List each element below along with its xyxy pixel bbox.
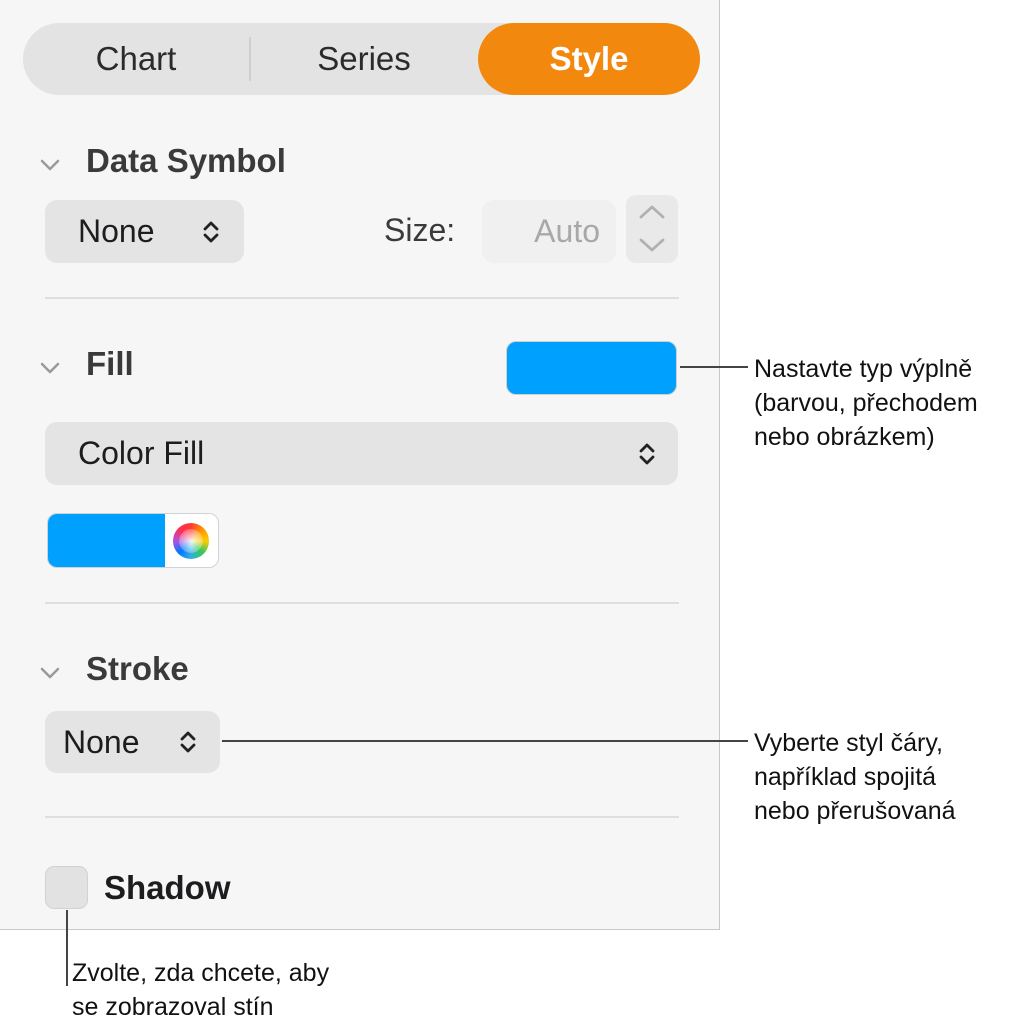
inspector-tab-bar: Chart Series Style bbox=[23, 23, 700, 95]
stroke-style-popup[interactable]: None bbox=[45, 711, 220, 773]
shadow-checkbox[interactable] bbox=[45, 866, 88, 909]
size-stepper[interactable] bbox=[626, 195, 678, 263]
chevron-down-icon[interactable] bbox=[40, 158, 60, 172]
tab-style[interactable]: Style bbox=[478, 23, 700, 95]
callout-line-stroke bbox=[222, 740, 748, 742]
stepper-down-icon[interactable] bbox=[638, 237, 666, 253]
callout-fill: Nastavte typ výplně (barvou, přechodem n… bbox=[754, 352, 978, 454]
size-placeholder: Auto bbox=[534, 213, 600, 249]
callout-stroke: Vyberte styl čáry, například spojitá neb… bbox=[754, 726, 956, 828]
data-symbol-heading: Data Symbol bbox=[86, 142, 286, 179]
color-wheel-icon[interactable] bbox=[173, 523, 209, 559]
section-divider bbox=[45, 297, 679, 299]
up-down-chevron-icon bbox=[639, 443, 655, 465]
fill-type-popup[interactable]: Color Fill bbox=[45, 422, 678, 485]
tab-chart[interactable]: Chart bbox=[23, 23, 249, 95]
data-symbol-value: None bbox=[78, 213, 155, 249]
chevron-down-icon[interactable] bbox=[40, 361, 60, 375]
section-divider bbox=[45, 602, 679, 604]
color-well[interactable] bbox=[47, 513, 219, 568]
color-well-swatch[interactable] bbox=[48, 514, 165, 567]
stepper-up-icon[interactable] bbox=[638, 204, 666, 220]
tab-series[interactable]: Series bbox=[251, 23, 477, 95]
up-down-chevron-icon bbox=[180, 731, 196, 753]
callout-fill-line: (barvou, přechodem bbox=[754, 389, 978, 417]
callout-stroke-line: Vyberte styl čáry, bbox=[754, 729, 943, 757]
callout-fill-line: nebo obrázkem) bbox=[754, 423, 935, 451]
fill-heading: Fill bbox=[86, 345, 134, 382]
callout-stroke-line: například spojitá bbox=[754, 763, 937, 791]
chevron-down-icon[interactable] bbox=[40, 666, 60, 680]
fill-color-swatch-button[interactable] bbox=[506, 341, 677, 395]
callout-line-shadow bbox=[66, 910, 68, 986]
data-symbol-popup[interactable]: None bbox=[45, 200, 244, 263]
size-label: Size: bbox=[384, 212, 456, 248]
shadow-label: Shadow bbox=[104, 869, 231, 906]
stroke-style-value: None bbox=[63, 724, 140, 760]
callout-shadow-line: se zobrazoval stín bbox=[72, 993, 274, 1021]
fill-type-value: Color Fill bbox=[78, 435, 205, 471]
callout-fill-line: Nastavte typ výplně bbox=[754, 355, 973, 383]
up-down-chevron-icon bbox=[203, 221, 219, 243]
callout-stroke-line: nebo přerušovaná bbox=[754, 797, 956, 825]
stroke-heading: Stroke bbox=[86, 650, 189, 687]
format-inspector-panel: Chart Series Style Data Symbol None Size… bbox=[0, 0, 720, 930]
callout-shadow: Zvolte, zda chcete, aby se zobrazoval st… bbox=[72, 956, 329, 1024]
callout-shadow-line: Zvolte, zda chcete, aby bbox=[72, 959, 330, 987]
size-field[interactable]: Auto bbox=[482, 200, 616, 263]
callout-line-fill bbox=[680, 366, 748, 368]
section-divider bbox=[45, 816, 679, 818]
